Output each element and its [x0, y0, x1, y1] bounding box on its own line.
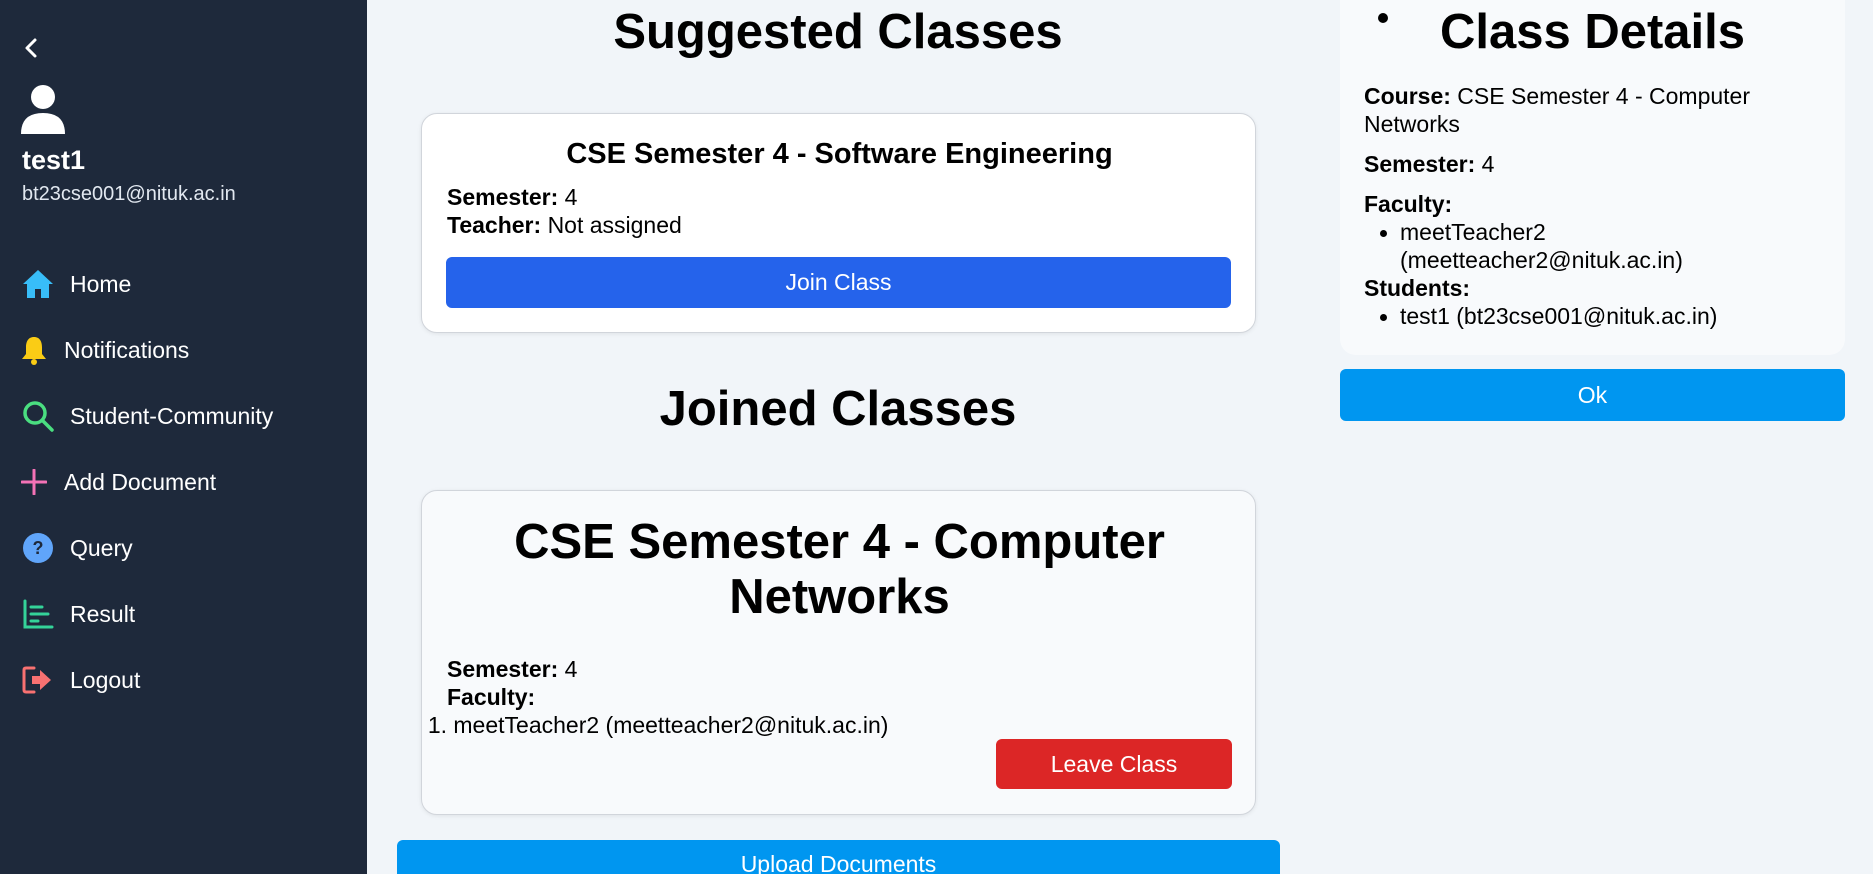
nav-label: Add Document	[64, 468, 217, 495]
nav-label: Logout	[70, 666, 141, 693]
logout-icon	[20, 662, 56, 698]
user-email: bt23cse001@nituk.ac.in	[22, 183, 236, 205]
semester-label: Semester:	[1364, 151, 1476, 177]
faculty-item-text: meetTeacher2 (meetteacher2@nituk.ac.in)	[453, 712, 889, 738]
user-name: test1	[22, 145, 86, 175]
nav-label: Student-Community	[70, 402, 274, 429]
joined-class-title: CSE Semester 4 - Computer Networks	[422, 515, 1257, 625]
join-class-button[interactable]: Join Class	[446, 257, 1231, 308]
course-label: Course:	[1364, 83, 1451, 109]
plus-icon	[20, 464, 48, 500]
svg-text:?: ?	[33, 538, 44, 558]
nav-label: Query	[70, 534, 133, 561]
nav-label: Result	[70, 600, 136, 627]
sidebar: test1 bt23cse001@nituk.ac.in Home Notifi…	[0, 0, 367, 874]
nav-notifications[interactable]: Notifications	[20, 330, 189, 370]
user-avatar-icon	[20, 84, 66, 134]
faculty-line2: (meetteacher2@nituk.ac.in)	[1400, 247, 1683, 273]
faculty-line1: meetTeacher2	[1400, 219, 1546, 245]
faculty-list-item: 1. meetTeacher2 (meetteacher2@nituk.ac.i…	[422, 712, 889, 739]
details-semester: Semester: 4	[1364, 150, 1494, 178]
upload-documents-button[interactable]: Upload Documents	[397, 840, 1280, 874]
nav-result[interactable]: Result	[20, 594, 135, 634]
list-bullet	[1380, 314, 1387, 321]
nav-query[interactable]: ? Query	[20, 528, 133, 568]
nav-home[interactable]: Home	[20, 264, 131, 304]
nav-label: Home	[70, 270, 132, 297]
teacher-value: Not assigned	[547, 212, 682, 238]
joined-class-card: CSE Semester 4 - Computer Networks Semes…	[421, 490, 1256, 815]
list-bullet	[1380, 230, 1387, 237]
details-faculty-item: meetTeacher2 (meetteacher2@nituk.ac.in)	[1400, 218, 1683, 274]
suggested-semester-row: Semester: 4	[447, 184, 577, 211]
semester-label: Semester:	[447, 656, 559, 682]
nav-student-community[interactable]: Student-Community	[20, 396, 273, 436]
joined-classes-heading: Joined Classes	[659, 382, 1017, 436]
nav-add-document[interactable]: Add Document	[20, 462, 216, 502]
leave-class-button[interactable]: Leave Class	[996, 739, 1232, 789]
suggested-teacher-row: Teacher: Not assigned	[447, 212, 682, 239]
faculty-number: 1.	[427, 712, 447, 738]
question-icon: ?	[20, 530, 56, 566]
search-icon	[20, 398, 56, 434]
course-line1: CSE Semester 4 - Computer	[1457, 83, 1751, 109]
semester-value: 4	[564, 656, 578, 682]
joined-semester-row: Semester: 4	[447, 656, 577, 683]
faculty-label: Faculty:	[1364, 191, 1453, 217]
semester-value: 4	[1481, 151, 1495, 177]
nav-logout[interactable]: Logout	[20, 660, 140, 700]
class-details-heading: Class Details	[1439, 5, 1746, 59]
suggested-class-title: CSE Semester 4 - Software Engineering	[566, 138, 1113, 170]
teacher-label: Teacher:	[447, 212, 542, 238]
chart-icon	[20, 596, 56, 632]
details-student-item: test1 (bt23cse001@nituk.ac.in)	[1400, 303, 1718, 329]
bell-icon	[20, 332, 48, 368]
semester-value: 4	[564, 184, 578, 210]
suggested-class-card: CSE Semester 4 - Software Engineering Se…	[421, 113, 1256, 333]
nav-label: Notifications	[64, 336, 190, 363]
joined-class-title-line1: CSE Semester 4 - Computer	[514, 515, 1165, 569]
joined-class-title-line2: Networks	[729, 570, 950, 624]
suggested-classes-heading: Suggested Classes	[613, 5, 1063, 59]
semester-label: Semester:	[447, 184, 559, 210]
details-course: Course: CSE Semester 4 - Computer Networ…	[1364, 82, 1750, 138]
students-label: Students:	[1364, 275, 1471, 301]
home-icon	[20, 266, 56, 302]
ok-button[interactable]: Ok	[1340, 369, 1845, 421]
faculty-label: Faculty:	[447, 684, 536, 710]
course-line2: Networks	[1364, 111, 1460, 137]
back-arrow-icon[interactable]	[20, 36, 44, 60]
class-details-panel: Class Details Course: CSE Semester 4 - C…	[1340, 0, 1845, 355]
